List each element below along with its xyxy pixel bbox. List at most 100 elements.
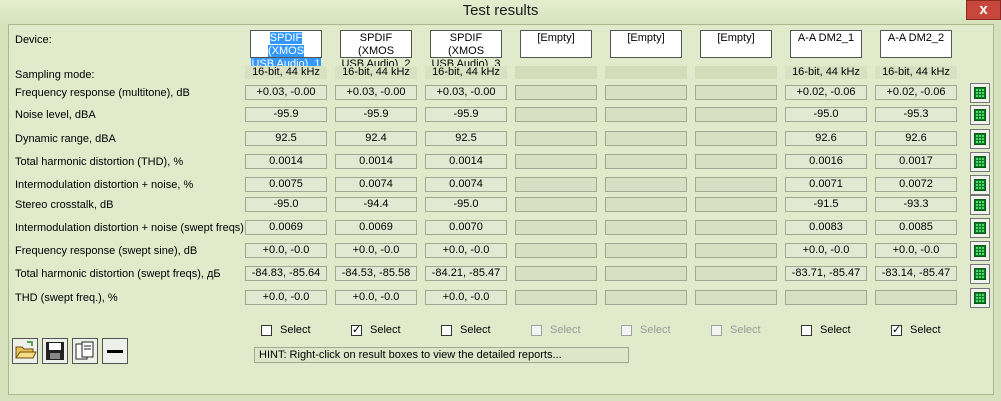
result-box[interactable]: +0.03, -0.00 [245,85,327,100]
result-box[interactable] [695,266,777,281]
select-checkbox[interactable]: ✓ [891,324,902,336]
result-box[interactable]: -95.0 [425,197,507,212]
result-box[interactable] [605,197,687,212]
result-box[interactable]: -95.9 [425,107,507,122]
device-box[interactable]: SPDIF (XMOS USB Audio)_3 [430,30,502,70]
result-box[interactable]: 0.0069 [335,220,417,235]
result-box[interactable] [605,107,687,122]
result-box[interactable] [605,177,687,192]
result-box[interactable]: 0.0070 [425,220,507,235]
result-box[interactable]: 0.0071 [785,177,867,192]
result-box[interactable] [515,266,597,281]
select-checkbox[interactable] [801,324,812,336]
result-box[interactable]: 0.0069 [245,220,327,235]
result-box[interactable] [695,290,777,305]
result-box[interactable]: 0.0014 [425,154,507,169]
result-box[interactable]: -93.3 [875,197,957,212]
result-box[interactable] [695,177,777,192]
graph-button[interactable] [970,105,990,125]
result-box[interactable] [695,85,777,100]
select-checkbox[interactable]: ✓ [351,324,362,336]
select-checkbox[interactable] [261,324,272,336]
result-box[interactable]: -84.53, -85.58 [335,266,417,281]
device-box[interactable]: [Empty] [520,30,592,58]
graph-button[interactable] [970,195,990,215]
result-box[interactable]: 92.5 [245,131,327,146]
graph-button[interactable] [970,129,990,149]
result-box[interactable] [695,107,777,122]
result-box[interactable] [695,243,777,258]
result-box[interactable]: +0.0, -0.0 [335,290,417,305]
result-box[interactable]: -83.71, -85.47 [785,266,867,281]
result-box[interactable]: +0.0, -0.0 [875,243,957,258]
result-box[interactable]: 92.6 [875,131,957,146]
result-box[interactable]: 0.0014 [335,154,417,169]
result-box[interactable] [695,131,777,146]
result-box[interactable] [605,131,687,146]
result-box[interactable] [605,290,687,305]
result-box[interactable]: +0.03, -0.00 [335,85,417,100]
graph-button[interactable] [970,264,990,284]
device-box[interactable]: [Empty] [610,30,682,58]
result-box[interactable] [515,85,597,100]
result-box[interactable]: 0.0074 [425,177,507,192]
device-box[interactable]: A-A DM2_2 [880,30,952,58]
result-box[interactable]: +0.0, -0.0 [245,243,327,258]
clear-button[interactable] [102,338,128,364]
result-box[interactable]: 0.0085 [875,220,957,235]
result-box[interactable]: +0.0, -0.0 [425,243,507,258]
result-box[interactable]: -83.14, -85.47 [875,266,957,281]
result-box[interactable]: +0.02, -0.06 [875,85,957,100]
result-box[interactable] [515,197,597,212]
result-box[interactable] [695,154,777,169]
result-box[interactable] [605,243,687,258]
graph-button[interactable] [970,241,990,261]
result-box[interactable]: 0.0014 [245,154,327,169]
select-checkbox-group[interactable]: ✓ Select [351,323,401,337]
device-box[interactable]: A-A DM2_1 [790,30,862,58]
result-box[interactable]: +0.02, -0.06 [785,85,867,100]
result-box[interactable] [515,107,597,122]
result-box[interactable]: 92.6 [785,131,867,146]
result-box[interactable] [515,177,597,192]
result-box[interactable]: -91.5 [785,197,867,212]
graph-button[interactable] [970,152,990,172]
result-box[interactable]: -84.83, -85.64 [245,266,327,281]
result-box[interactable]: 92.5 [425,131,507,146]
graph-button[interactable] [970,288,990,308]
device-box[interactable]: SPDIF (XMOS USB Audio)_1 [250,30,322,70]
device-box[interactable]: SPDIF (XMOS USB Audio)_2 [340,30,412,70]
result-box[interactable] [875,290,957,305]
result-box[interactable] [515,290,597,305]
graph-button[interactable] [970,218,990,238]
result-box[interactable]: 0.0083 [785,220,867,235]
result-box[interactable] [695,197,777,212]
result-box[interactable]: +0.0, -0.0 [245,290,327,305]
result-box[interactable] [515,243,597,258]
copy-button[interactable] [72,338,98,364]
result-box[interactable]: -84.21, -85.47 [425,266,507,281]
result-box[interactable]: -95.0 [785,107,867,122]
result-box[interactable] [515,220,597,235]
result-box[interactable]: 0.0074 [335,177,417,192]
result-box[interactable]: +0.0, -0.0 [335,243,417,258]
save-button[interactable] [42,338,68,364]
result-box[interactable] [605,85,687,100]
open-button[interactable] [12,338,38,364]
result-box[interactable]: +0.03, -0.00 [425,85,507,100]
result-box[interactable]: 92.4 [335,131,417,146]
select-checkbox-group[interactable]: Select [261,323,311,337]
result-box[interactable] [605,266,687,281]
select-checkbox[interactable] [441,324,452,336]
result-box[interactable]: -95.3 [875,107,957,122]
result-box[interactable]: -95.9 [335,107,417,122]
result-box[interactable] [605,154,687,169]
result-box[interactable]: 0.0075 [245,177,327,192]
device-box[interactable]: [Empty] [700,30,772,58]
result-box[interactable]: -95.9 [245,107,327,122]
result-box[interactable]: -94.4 [335,197,417,212]
close-button[interactable]: x [966,0,1001,20]
result-box[interactable]: +0.0, -0.0 [425,290,507,305]
result-box[interactable] [695,220,777,235]
graph-button[interactable] [970,175,990,195]
